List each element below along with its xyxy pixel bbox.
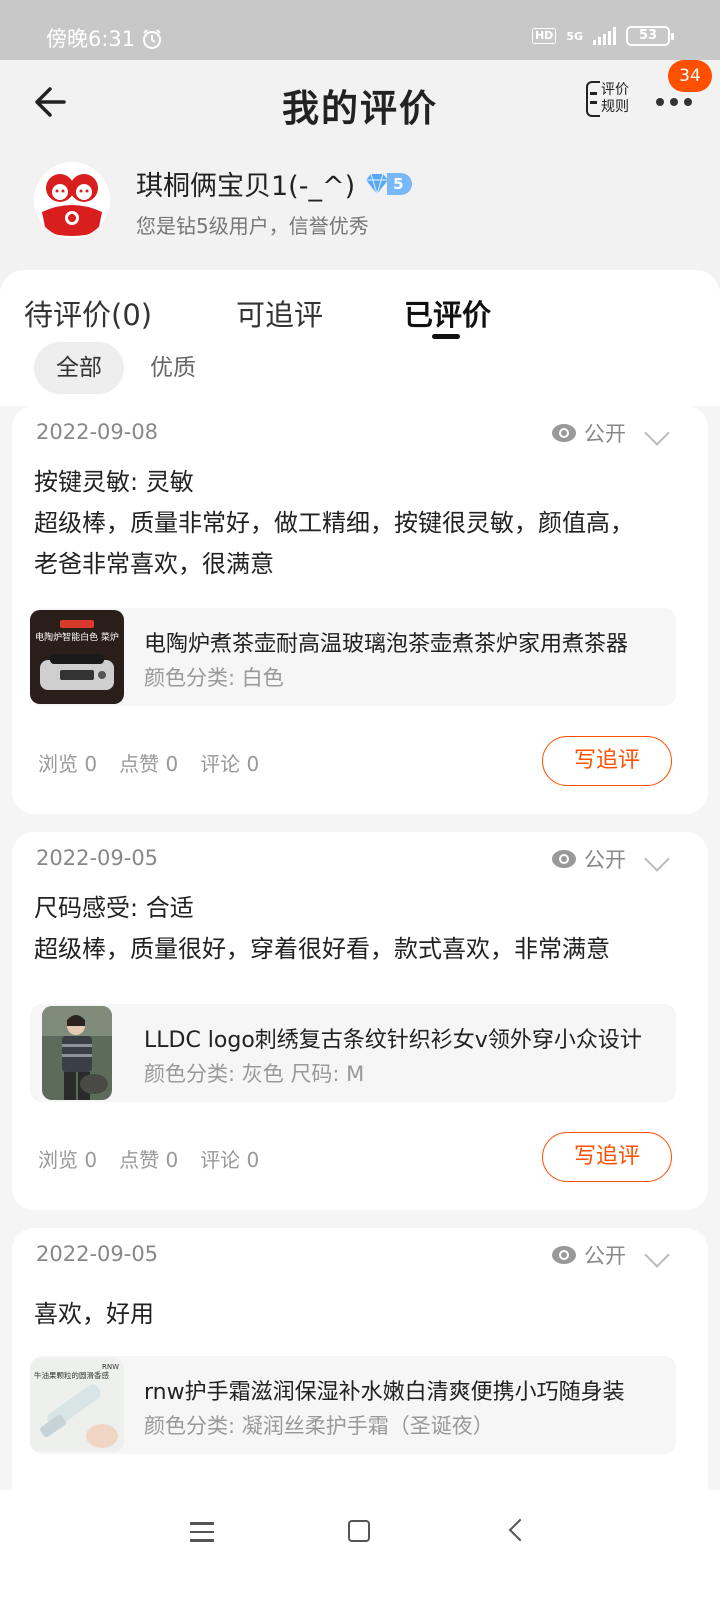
chevron-down-icon[interactable] xyxy=(644,1242,670,1268)
product-title: 电陶炉煮茶壶耐高温玻璃泡茶壶煮茶炉家用煮茶器 xyxy=(144,632,629,657)
tab-pending[interactable]: 待评价(0) xyxy=(24,292,152,334)
product-item[interactable]: 电陶炉智能白色 菜炉 电陶炉煮茶壶耐高温玻璃泡茶壶煮茶炉家用煮茶器 颜色分类: … xyxy=(30,608,676,706)
visibility-label: 公开 xyxy=(584,848,626,872)
more-dots-icon xyxy=(656,98,692,106)
visibility-toggle[interactable]: 公开 xyxy=(552,418,626,448)
product-image: 牛油果颗粒的圆滑香感 RNW xyxy=(30,1358,124,1452)
top-nav: 我的评价 评价规则 xyxy=(0,60,720,150)
review-content-line: 超级棒，质量非常好，做工精细，按键很灵敏，颜值高， xyxy=(34,509,634,537)
views-count: 浏览 0 xyxy=(38,1148,98,1172)
filter-quality[interactable]: 优质 xyxy=(128,342,218,394)
chevron-down-icon[interactable] xyxy=(644,420,670,446)
views-count: 浏览 0 xyxy=(38,752,98,776)
network-label: 5G xyxy=(566,29,583,43)
active-tab-indicator xyxy=(432,334,460,339)
tab-follow-up[interactable]: 可追评 xyxy=(236,292,323,334)
diamond-level-badge: 5 xyxy=(363,171,412,197)
back-icon[interactable] xyxy=(508,1518,532,1542)
product-spec: 颜色分类: 灰色 尺码: M xyxy=(144,1062,365,1086)
review-content-line: 超级棒，质量很好，穿着很好看，款式喜欢，非常满意 xyxy=(34,935,610,963)
review-attribute: 按键灵敏: 灵敏 xyxy=(34,468,194,496)
review-stats: 浏览 0 点赞 0 评论 0 xyxy=(38,748,259,777)
rules-label: 评价规则 xyxy=(601,82,629,115)
product-image-caption: 电陶炉智能白色 菜炉 xyxy=(35,631,119,643)
tabs-area: 待评价(0) 可追评 已评价 全部 优质 xyxy=(0,270,720,406)
product-image-caption: 牛油果颗粒的圆滑香感 xyxy=(34,1370,109,1380)
review-content-line: 喜欢，好用 xyxy=(34,1300,154,1328)
product-thumbnail xyxy=(42,1006,112,1100)
review-card: 2022-09-05 公开 喜欢，好用 牛油果颗粒的圆滑香感 RNW rnw护手… xyxy=(12,1228,708,1528)
comments-count: 评论 0 xyxy=(200,752,260,776)
product-spec: 颜色分类: 凝润丝柔护手霜（圣诞夜） xyxy=(144,1414,494,1438)
alarm-icon xyxy=(143,29,162,49)
review-content-line: 老爸非常喜欢，很满意 xyxy=(34,550,274,578)
level-number: 5 xyxy=(387,172,412,195)
review-date: 2022-09-05 xyxy=(36,846,159,870)
battery-icon: 53 xyxy=(626,26,674,46)
write-follow-up-button[interactable]: 写追评 xyxy=(542,736,672,786)
visibility-toggle[interactable]: 公开 xyxy=(552,1240,626,1270)
write-follow-up-button[interactable]: 写追评 xyxy=(542,1132,672,1182)
signal-icon xyxy=(593,27,616,45)
review-attribute: 尺码感受: 合适 xyxy=(34,894,194,922)
product-thumbnail: 牛油果颗粒的圆滑香感 RNW xyxy=(30,1358,124,1452)
status-icons: HD 5G 53 xyxy=(531,26,674,46)
review-card: 2022-09-05 公开 尺码感受: 合适 超级棒，质量很好，穿着很好看，款式… xyxy=(12,832,708,1210)
username: 琪桐俩宝贝1(-_^) 5 xyxy=(136,164,412,203)
avatar[interactable] xyxy=(34,162,110,238)
product-title: LLDC logo刺绣复古条纹针织衫女v领外穿小众设计 xyxy=(144,1028,642,1053)
review-rules-button[interactable]: 评价规则 xyxy=(584,78,634,124)
status-time: 傍晚6:31 xyxy=(46,26,163,52)
visibility-toggle[interactable]: 公开 xyxy=(552,844,626,874)
product-image-brand: RNW xyxy=(102,1363,119,1371)
tab-reviewed[interactable]: 已评价 xyxy=(404,292,491,334)
likes-count: 点赞 0 xyxy=(119,1148,179,1172)
home-icon[interactable] xyxy=(348,1520,370,1542)
product-title: rnw护手霜滋润保湿补水嫩白清爽便携小巧随身装 xyxy=(144,1380,625,1405)
eye-icon xyxy=(552,424,576,442)
review-stats: 浏览 0 点赞 0 评论 0 xyxy=(38,1144,259,1173)
comments-count: 评论 0 xyxy=(200,1148,260,1172)
review-date: 2022-09-05 xyxy=(36,1242,159,1266)
chevron-down-icon[interactable] xyxy=(644,846,670,872)
eye-icon xyxy=(552,1246,576,1264)
menu-icon[interactable] xyxy=(190,1522,214,1542)
notification-badge: 34 xyxy=(668,60,712,92)
product-image xyxy=(42,1006,112,1100)
product-image: 电陶炉智能白色 菜炉 xyxy=(30,610,124,704)
rules-icon xyxy=(586,81,600,117)
username-text: 琪桐俩宝贝1(-_^) xyxy=(136,171,356,202)
avatar-image xyxy=(34,162,110,238)
product-spec: 颜色分类: 白色 xyxy=(144,666,284,690)
review-date: 2022-09-08 xyxy=(36,420,159,444)
status-bar: 傍晚6:31 HD 5G 53 xyxy=(0,0,720,60)
hd-icon: HD xyxy=(531,28,557,44)
product-item[interactable]: 牛油果颗粒的圆滑香感 RNW rnw护手霜滋润保湿补水嫩白清爽便携小巧随身装 颜… xyxy=(30,1356,676,1454)
visibility-label: 公开 xyxy=(584,1244,626,1268)
user-profile: 琪桐俩宝贝1(-_^) 5 您是钻5级用户，信誉优秀 xyxy=(0,150,720,270)
likes-count: 点赞 0 xyxy=(119,752,179,776)
reviews-panel: 待评价(0) 可追评 已评价 全部 优质 2022-09-08 公开 按键灵敏:… xyxy=(0,270,720,1600)
product-item[interactable]: LLDC logo刺绣复古条纹针织衫女v领外穿小众设计 颜色分类: 灰色 尺码:… xyxy=(30,1004,676,1102)
visibility-label: 公开 xyxy=(584,422,626,446)
review-card: 2022-09-08 公开 按键灵敏: 灵敏 超级棒，质量非常好，做工精细，按键… xyxy=(12,406,708,814)
credit-level-text: 您是钻5级用户，信誉优秀 xyxy=(136,214,369,238)
filter-all[interactable]: 全部 xyxy=(34,342,124,394)
system-navigation-bar xyxy=(0,1490,720,1600)
product-thumbnail: 电陶炉智能白色 菜炉 xyxy=(30,610,124,704)
eye-icon xyxy=(552,850,576,868)
clock-text: 傍晚6:31 xyxy=(46,27,136,51)
